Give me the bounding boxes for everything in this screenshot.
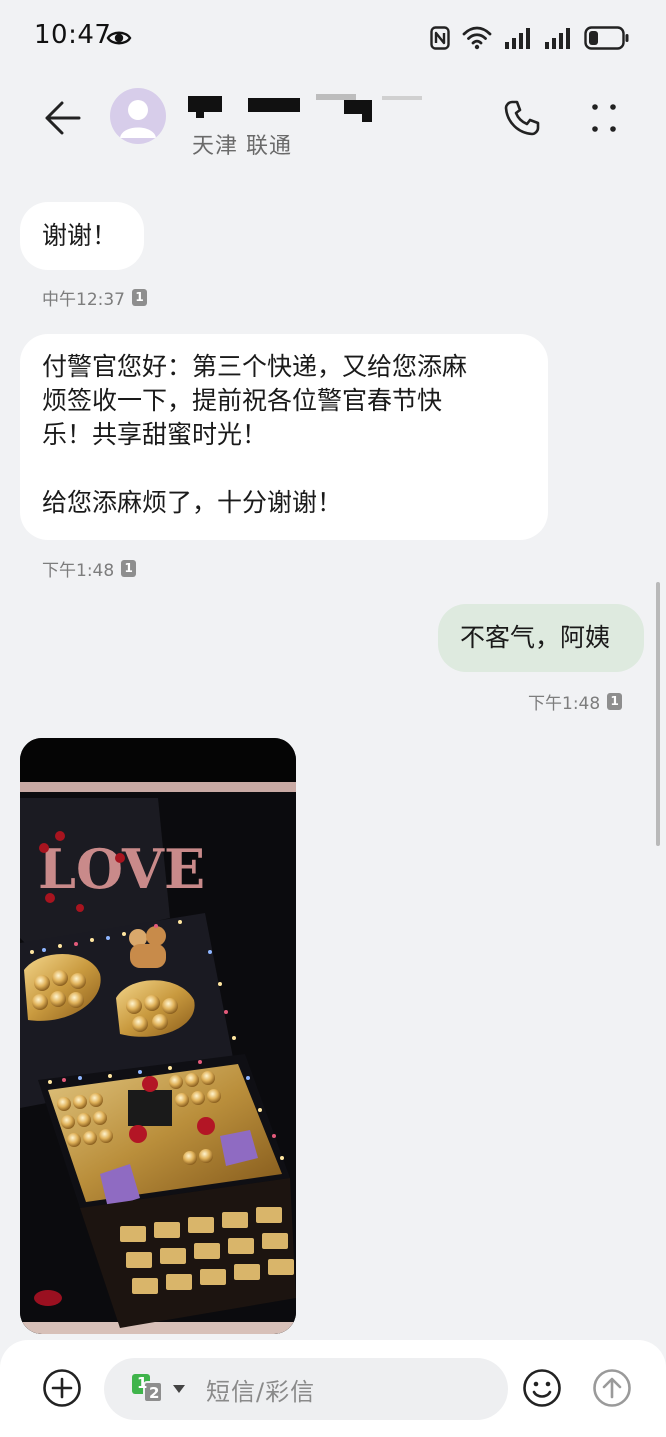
sim-secondary-label: 2 [149,1384,160,1402]
call-button[interactable] [498,94,546,142]
message-text-line: 乐！共享甜蜜时光！ [42,420,268,449]
input-placeholder: 短信/彩信 [206,1378,316,1406]
more-button[interactable] [582,94,626,142]
battery-icon [584,26,629,50]
arrow-left-icon [45,101,81,135]
more-vertical-icon [592,104,616,132]
timestamp-text: 下午1:48 [528,694,601,714]
wifi-icon [462,26,492,50]
back-button[interactable] [38,94,86,142]
sim-badge: 1 [121,560,137,577]
plus-circle-icon [43,1369,81,1407]
nfc-icon [430,26,450,50]
timestamp-text: 中午12:37 [42,290,125,310]
message-bubble-incoming[interactable]: 谢谢！ [20,202,144,270]
message-list[interactable]: 谢谢！ 中午12:37 1 付警官您好：第三个快递，又给您添麻 烦签收一下，提前… [0,162,666,1340]
message-text-line: 给您添麻烦了，十分谢谢！ [42,488,343,517]
avatar[interactable] [110,88,166,144]
timestamp-text: 下午1:48 [42,561,115,581]
message-input[interactable]: 1 2 短信/彩信 [104,1358,508,1420]
send-arrow-icon [593,1369,631,1407]
message-text: 不客气，阿姨 [460,623,611,652]
eye-icon [106,31,132,45]
signal-icon [545,28,570,49]
image-message[interactable]: LOVE [20,738,296,1334]
sim-selector[interactable]: 1 2 [130,1372,200,1406]
contact-location: 天津 联通 [192,134,292,159]
sim-primary-label: 1 [137,1374,148,1392]
message-timestamp: 中午12:37 1 [42,285,147,310]
sim-badge: 1 [132,289,147,306]
phone-icon [504,100,540,136]
message-bubble-incoming[interactable]: 付警官您好：第三个快递，又给您添麻 烦签收一下，提前祝各位警官春节快 乐！共享甜… [20,334,548,540]
composer-bar: 1 2 短信/彩信 [0,1340,666,1437]
status-time: 10:47 [34,20,112,50]
gift-box-image: LOVE [20,738,296,1334]
message-bubble-outgoing[interactable]: 不客气，阿姨 [438,604,644,672]
status-icons [430,23,630,53]
conversation-header: 天津 联通 [0,76,666,162]
emoji-button[interactable] [520,1366,564,1410]
messages-screen: 10:47 天津 联通 谢谢！ 中午12:37 1 付警官您好：第三个快递，又给… [0,0,666,1437]
attach-button[interactable] [40,1366,84,1410]
person-icon [120,100,156,138]
message-timestamp: 下午1:48 1 [528,689,623,714]
send-button[interactable] [590,1366,634,1410]
sim-badge: 1 [607,693,623,710]
contact-name-redacted [186,84,446,124]
status-bar: 10:47 [0,0,666,76]
message-text-line: 烦签收一下，提前祝各位警官春节快 [42,386,443,415]
scrollbar[interactable] [656,582,660,846]
message-text-line: 付警官您好：第三个快递，又给您添麻 [42,352,468,381]
message-timestamp: 下午1:48 1 [42,556,137,581]
signal-icon [505,28,530,49]
message-text: 谢谢！ [42,221,118,250]
love-text: LOVE [38,837,205,901]
smiley-icon [523,1369,561,1407]
